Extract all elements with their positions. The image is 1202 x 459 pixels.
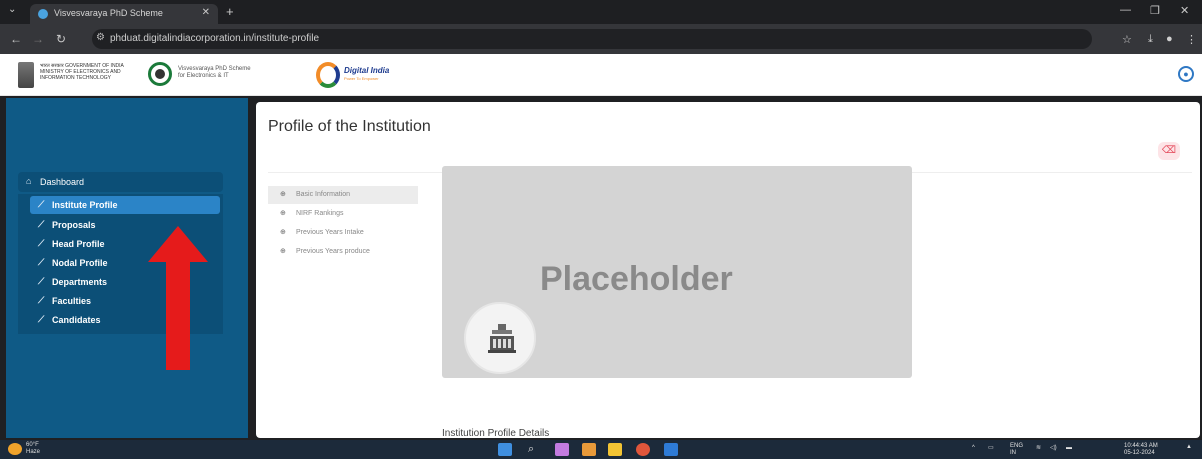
bookmark-star-icon[interactable]: ☆ [1122,33,1132,46]
wifi-icon[interactable]: ≋ [1036,445,1041,452]
chart-icon: ⟋ [38,295,45,305]
digital-india-text: Digital India [344,66,390,75]
minimize-icon[interactable]: — [1120,4,1131,16]
menu-kebab-icon[interactable]: ⋮ [1186,33,1197,46]
chart-icon: ⟋ [38,314,45,324]
main-content: Profile of the Institution ⌫ ⊕ Basic Inf… [256,102,1200,439]
volume-icon[interactable]: ◁) [1050,445,1057,452]
vv-logo-line2: for Electronics & IT [178,73,229,79]
screen: ⌄ Visvesvaraya PhD Scheme ✕ + — ❐ ✕ ← → … [0,0,1202,459]
meity-logo-text: भारत सरकार GOVERNMENT OF INDIA MINISTRY … [40,63,124,81]
clock-time: 10:44:43 AM [1124,443,1158,449]
meity-logo: भारत सरकार GOVERNMENT OF INDIA MINISTRY … [18,60,138,90]
clock-date: 05-12-2024 [1124,450,1155,456]
sidebar-item-label: Candidates [52,315,101,325]
sidebar-item-label: Faculties [52,296,92,306]
sidebar: ⌂ Dashboard ⟋ Institute Profile ⟋ Propos… [6,98,248,438]
url-text: phduat.digitalindiacorporation.in/instit… [110,33,320,44]
globe-icon: ⊕ [280,191,286,198]
chart-icon: ⟋ [38,276,45,286]
red-arrow-annotation [148,226,208,370]
placeholder-text: Placeholder [540,260,733,298]
site-header: भारत सरकार GOVERNMENT OF INDIA MINISTRY … [0,54,1202,96]
profile-icon[interactable]: ● [1166,33,1173,45]
sidebar-item-label: Proposals [52,220,96,230]
digital-india-swoosh-icon [316,62,340,88]
new-tab-button[interactable]: + [226,4,234,19]
address-bar[interactable]: ⚙ phduat.digitalindiacorporation.in/inst… [92,29,1092,49]
weather-sun-icon [8,443,22,455]
window-close-icon[interactable]: ✕ [1180,4,1189,17]
sidebar-dashboard-row[interactable]: ⌂ Dashboard [18,173,223,191]
reload-icon[interactable]: ↻ [56,32,66,46]
user-account-icon[interactable]: ● [1178,66,1194,82]
favicon-icon [38,9,48,19]
clock[interactable]: 10:44:43 AM 05-12-2024 [1124,443,1158,457]
close-profile-button[interactable]: ⌫ [1158,142,1180,160]
copilot-icon[interactable] [555,443,569,456]
start-menu-icon[interactable] [498,443,512,456]
globe-icon: ⊕ [280,229,286,236]
tab-title: Visvesvaraya PhD Scheme [54,8,163,18]
browser-tab-bar: ⌄ Visvesvaraya PhD Scheme ✕ + — ❐ ✕ [0,0,1202,24]
restore-icon[interactable]: ❐ [1150,4,1160,17]
battery-icon[interactable]: ▬ [1066,445,1072,452]
banner-placeholder-image: Placeholder [442,166,912,378]
globe-icon: ⊕ [280,210,286,217]
sidebar-item-label: Head Profile [52,239,105,249]
profile-tab-previous-years-produce[interactable]: ⊕ Previous Years produce [268,243,418,261]
home-icon: ⌂ [26,176,32,186]
tray-app-icon[interactable]: ▭ [988,445,994,452]
building-icon [488,324,516,353]
digital-india-tagline: Power To Empower [344,76,379,81]
chrome-icon[interactable] [636,443,650,456]
profile-section-menu: ⊕ Basic Information ⊕ NIRF Rankings ⊕ Pr… [268,186,424,262]
globe-icon: ⊕ [280,248,286,255]
browser-toolbar: ← → ↻ ⚙ phduat.digitalindiacorporation.i… [0,24,1202,54]
store-icon[interactable] [582,443,596,456]
national-emblem-icon [18,62,34,88]
browser-tab[interactable]: Visvesvaraya PhD Scheme ✕ [30,4,218,24]
back-icon[interactable]: ← [10,32,22,46]
profile-tab-nirf-rankings[interactable]: ⊕ NIRF Rankings [268,205,418,223]
profile-tab-label: Basic Information [296,191,351,198]
chart-icon: ⟋ [38,199,45,209]
chart-icon: ⟋ [38,257,45,267]
word-app-icon[interactable] [664,443,678,456]
weather-condition: Haze [26,449,41,455]
vv-emblem-icon [148,62,172,86]
institution-logo [464,302,536,374]
chart-icon: ⟋ [38,238,45,248]
site-info-icon[interactable]: ⚙ [96,32,105,43]
profile-tab-label: Previous Years Intake [296,229,364,236]
os-taskbar: 60°F Haze ⌕ ^ ▭ ENG IN ≋ ◁) ▬ 10:44:43 A… [0,440,1202,459]
forward-icon[interactable]: → [32,32,44,46]
vv-logo-line1: Visvesvaraya PhD Scheme [178,66,251,72]
notification-icon[interactable]: ▲ [1186,444,1192,451]
profile-tab-label: Previous Years produce [296,248,370,255]
sidebar-dashboard-label: Dashboard [40,177,85,187]
chart-icon: ⟋ [38,219,45,229]
institution-profile-details-heading: Institution Profile Details [442,428,550,439]
weather-temp: 60°F [26,442,39,448]
search-icon[interactable]: ⌕ [528,443,542,456]
profile-tab-basic-information[interactable]: ⊕ Basic Information [268,186,418,204]
page-title: Profile of the Institution [268,118,431,135]
sidebar-item-label: Nodal Profile [52,258,108,268]
region-code: IN [1010,450,1016,456]
weather-text: 60°F Haze [26,442,40,456]
vv-logo-text: Visvesvaraya PhD Scheme for Electronics … [178,66,318,80]
profile-tab-previous-years-intake[interactable]: ⊕ Previous Years Intake [268,224,418,242]
tray-expand-icon[interactable]: ^ [972,445,975,452]
file-explorer-icon[interactable] [608,443,622,456]
sidebar-item-label: Departments [52,277,108,287]
language-code: ENG [1010,443,1024,449]
language-indicator: ENG IN [1010,443,1023,457]
tab-search-icon[interactable]: ⌄ [8,4,16,15]
sidebar-item-label: Institute Profile [52,200,118,210]
tab-close-icon[interactable]: ✕ [202,7,210,18]
profile-tab-label: NIRF Rankings [296,210,344,217]
download-icon[interactable]: ⤓ [1148,33,1153,46]
sidebar-item-institute-profile[interactable]: ⟋ Institute Profile [30,196,220,214]
